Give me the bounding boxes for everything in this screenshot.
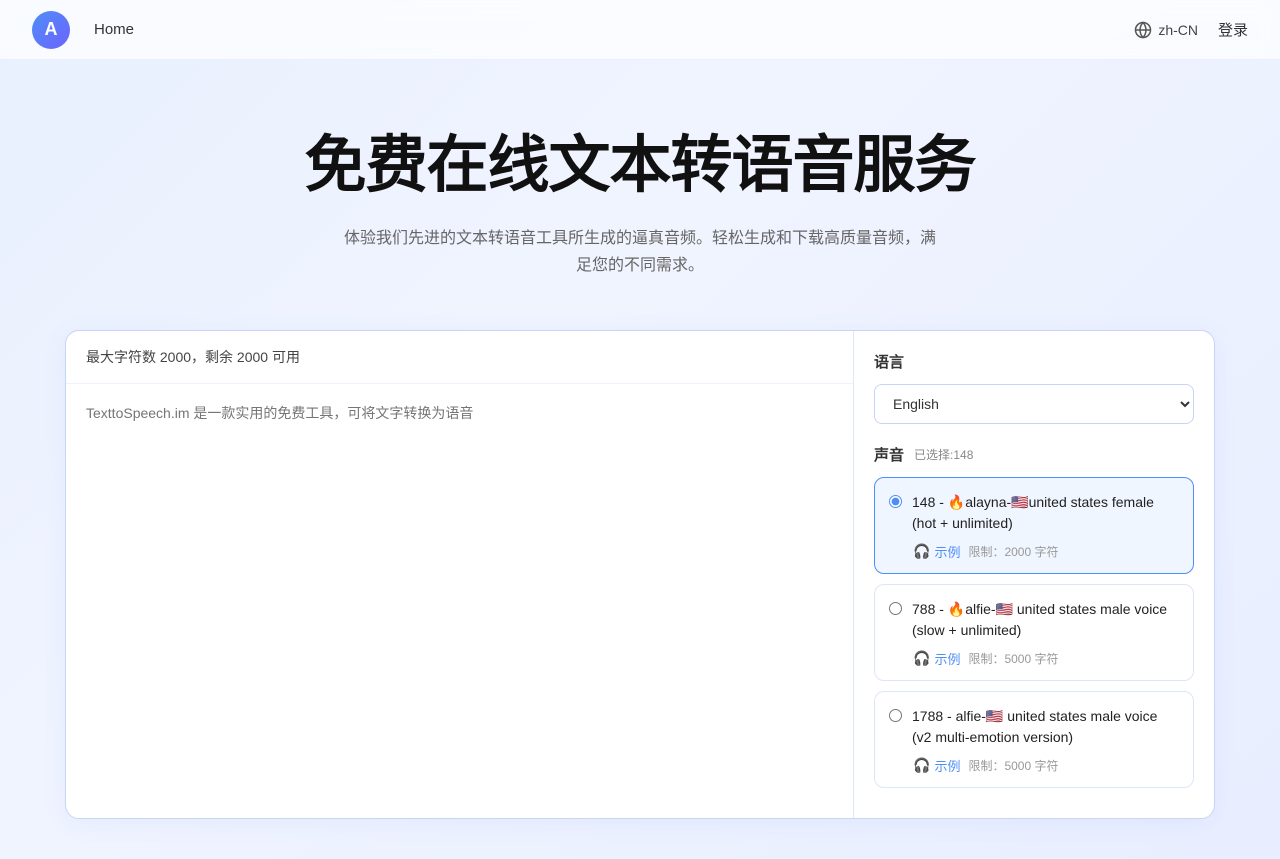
voice-header: 声音 已选择:148 bbox=[874, 444, 1194, 465]
language-select[interactable]: EnglishChineseJapaneseFrenchGermanSpanis… bbox=[874, 384, 1194, 424]
text-input[interactable] bbox=[86, 402, 833, 800]
voice-limit: 限制：5000 字符 bbox=[968, 757, 1058, 774]
voice-card-top: 788 - 🔥alfie-🇺🇸 united states male voice… bbox=[889, 599, 1179, 641]
voice-example-button[interactable]: 🎧 示例 bbox=[913, 542, 960, 561]
voice-meta: 🎧 示例 限制：2000 字符 bbox=[913, 542, 1179, 561]
logo-icon: A bbox=[32, 11, 70, 49]
voice-radio[interactable] bbox=[889, 495, 902, 508]
voice-selected-badge: 已选择:148 bbox=[914, 446, 973, 463]
text-input-panel: 最大字符数 2000，剩余 2000 可用 bbox=[66, 331, 854, 818]
text-area-container bbox=[66, 384, 853, 818]
voice-meta: 🎧 示例 限制：5000 字符 bbox=[913, 756, 1179, 775]
headphone-icon: 🎧 bbox=[913, 650, 930, 667]
example-label: 示例 bbox=[934, 756, 960, 775]
voice-card[interactable]: 788 - 🔥alfie-🇺🇸 united states male voice… bbox=[874, 584, 1194, 681]
voice-limit: 限制：2000 字符 bbox=[968, 543, 1058, 560]
voice-settings-panel: 语言 EnglishChineseJapaneseFrenchGermanSpa… bbox=[854, 331, 1214, 818]
voice-name: 1788 - alfie-🇺🇸 united states male voice… bbox=[912, 706, 1179, 748]
voice-card[interactable]: 148 - 🔥alayna-🇺🇸united states female (ho… bbox=[874, 477, 1194, 574]
voice-limit: 限制：5000 字符 bbox=[968, 650, 1058, 667]
voice-card-top: 1788 - alfie-🇺🇸 united states male voice… bbox=[889, 706, 1179, 748]
nav-home-link[interactable]: Home bbox=[94, 21, 134, 38]
navbar: A Home zh-CN 登录 bbox=[0, 0, 1280, 60]
example-label: 示例 bbox=[934, 649, 960, 668]
lang-switcher[interactable]: zh-CN bbox=[1134, 21, 1198, 39]
voice-card-top: 148 - 🔥alayna-🇺🇸united states female (ho… bbox=[889, 492, 1179, 534]
voice-card[interactable]: 1788 - alfie-🇺🇸 united states male voice… bbox=[874, 691, 1194, 788]
login-button[interactable]: 登录 bbox=[1218, 19, 1248, 40]
voice-example-button[interactable]: 🎧 示例 bbox=[913, 756, 960, 775]
hero-subtitle: 体验我们先进的文本转语音工具所生成的逼真音频。轻松生成和下载高质量音频，满足您的… bbox=[340, 225, 940, 279]
headphone-icon: 🎧 bbox=[913, 543, 930, 560]
voice-list: 148 - 🔥alayna-🇺🇸united states female (ho… bbox=[874, 477, 1194, 788]
headphone-icon: 🎧 bbox=[913, 757, 930, 774]
voice-name: 148 - 🔥alayna-🇺🇸united states female (ho… bbox=[912, 492, 1179, 534]
voice-example-button[interactable]: 🎧 示例 bbox=[913, 649, 960, 668]
voice-meta: 🎧 示例 限制：5000 字符 bbox=[913, 649, 1179, 668]
voice-radio[interactable] bbox=[889, 602, 902, 615]
logo[interactable]: A bbox=[32, 11, 70, 49]
voice-name: 788 - 🔥alfie-🇺🇸 united states male voice… bbox=[912, 599, 1179, 641]
hero-section: 免费在线文本转语音服务 体验我们先进的文本转语音工具所生成的逼真音频。轻松生成和… bbox=[0, 60, 1280, 330]
main-card: 最大字符数 2000，剩余 2000 可用 语言 EnglishChineseJ… bbox=[65, 330, 1215, 819]
lang-label: zh-CN bbox=[1158, 22, 1198, 38]
voice-section-label: 声音 bbox=[874, 444, 904, 465]
hero-title: 免费在线文本转语音服务 bbox=[40, 130, 1240, 201]
lang-section-label: 语言 bbox=[874, 351, 1194, 372]
globe-icon bbox=[1134, 21, 1152, 39]
char-limit-info: 最大字符数 2000，剩余 2000 可用 bbox=[66, 331, 853, 384]
example-label: 示例 bbox=[934, 542, 960, 561]
